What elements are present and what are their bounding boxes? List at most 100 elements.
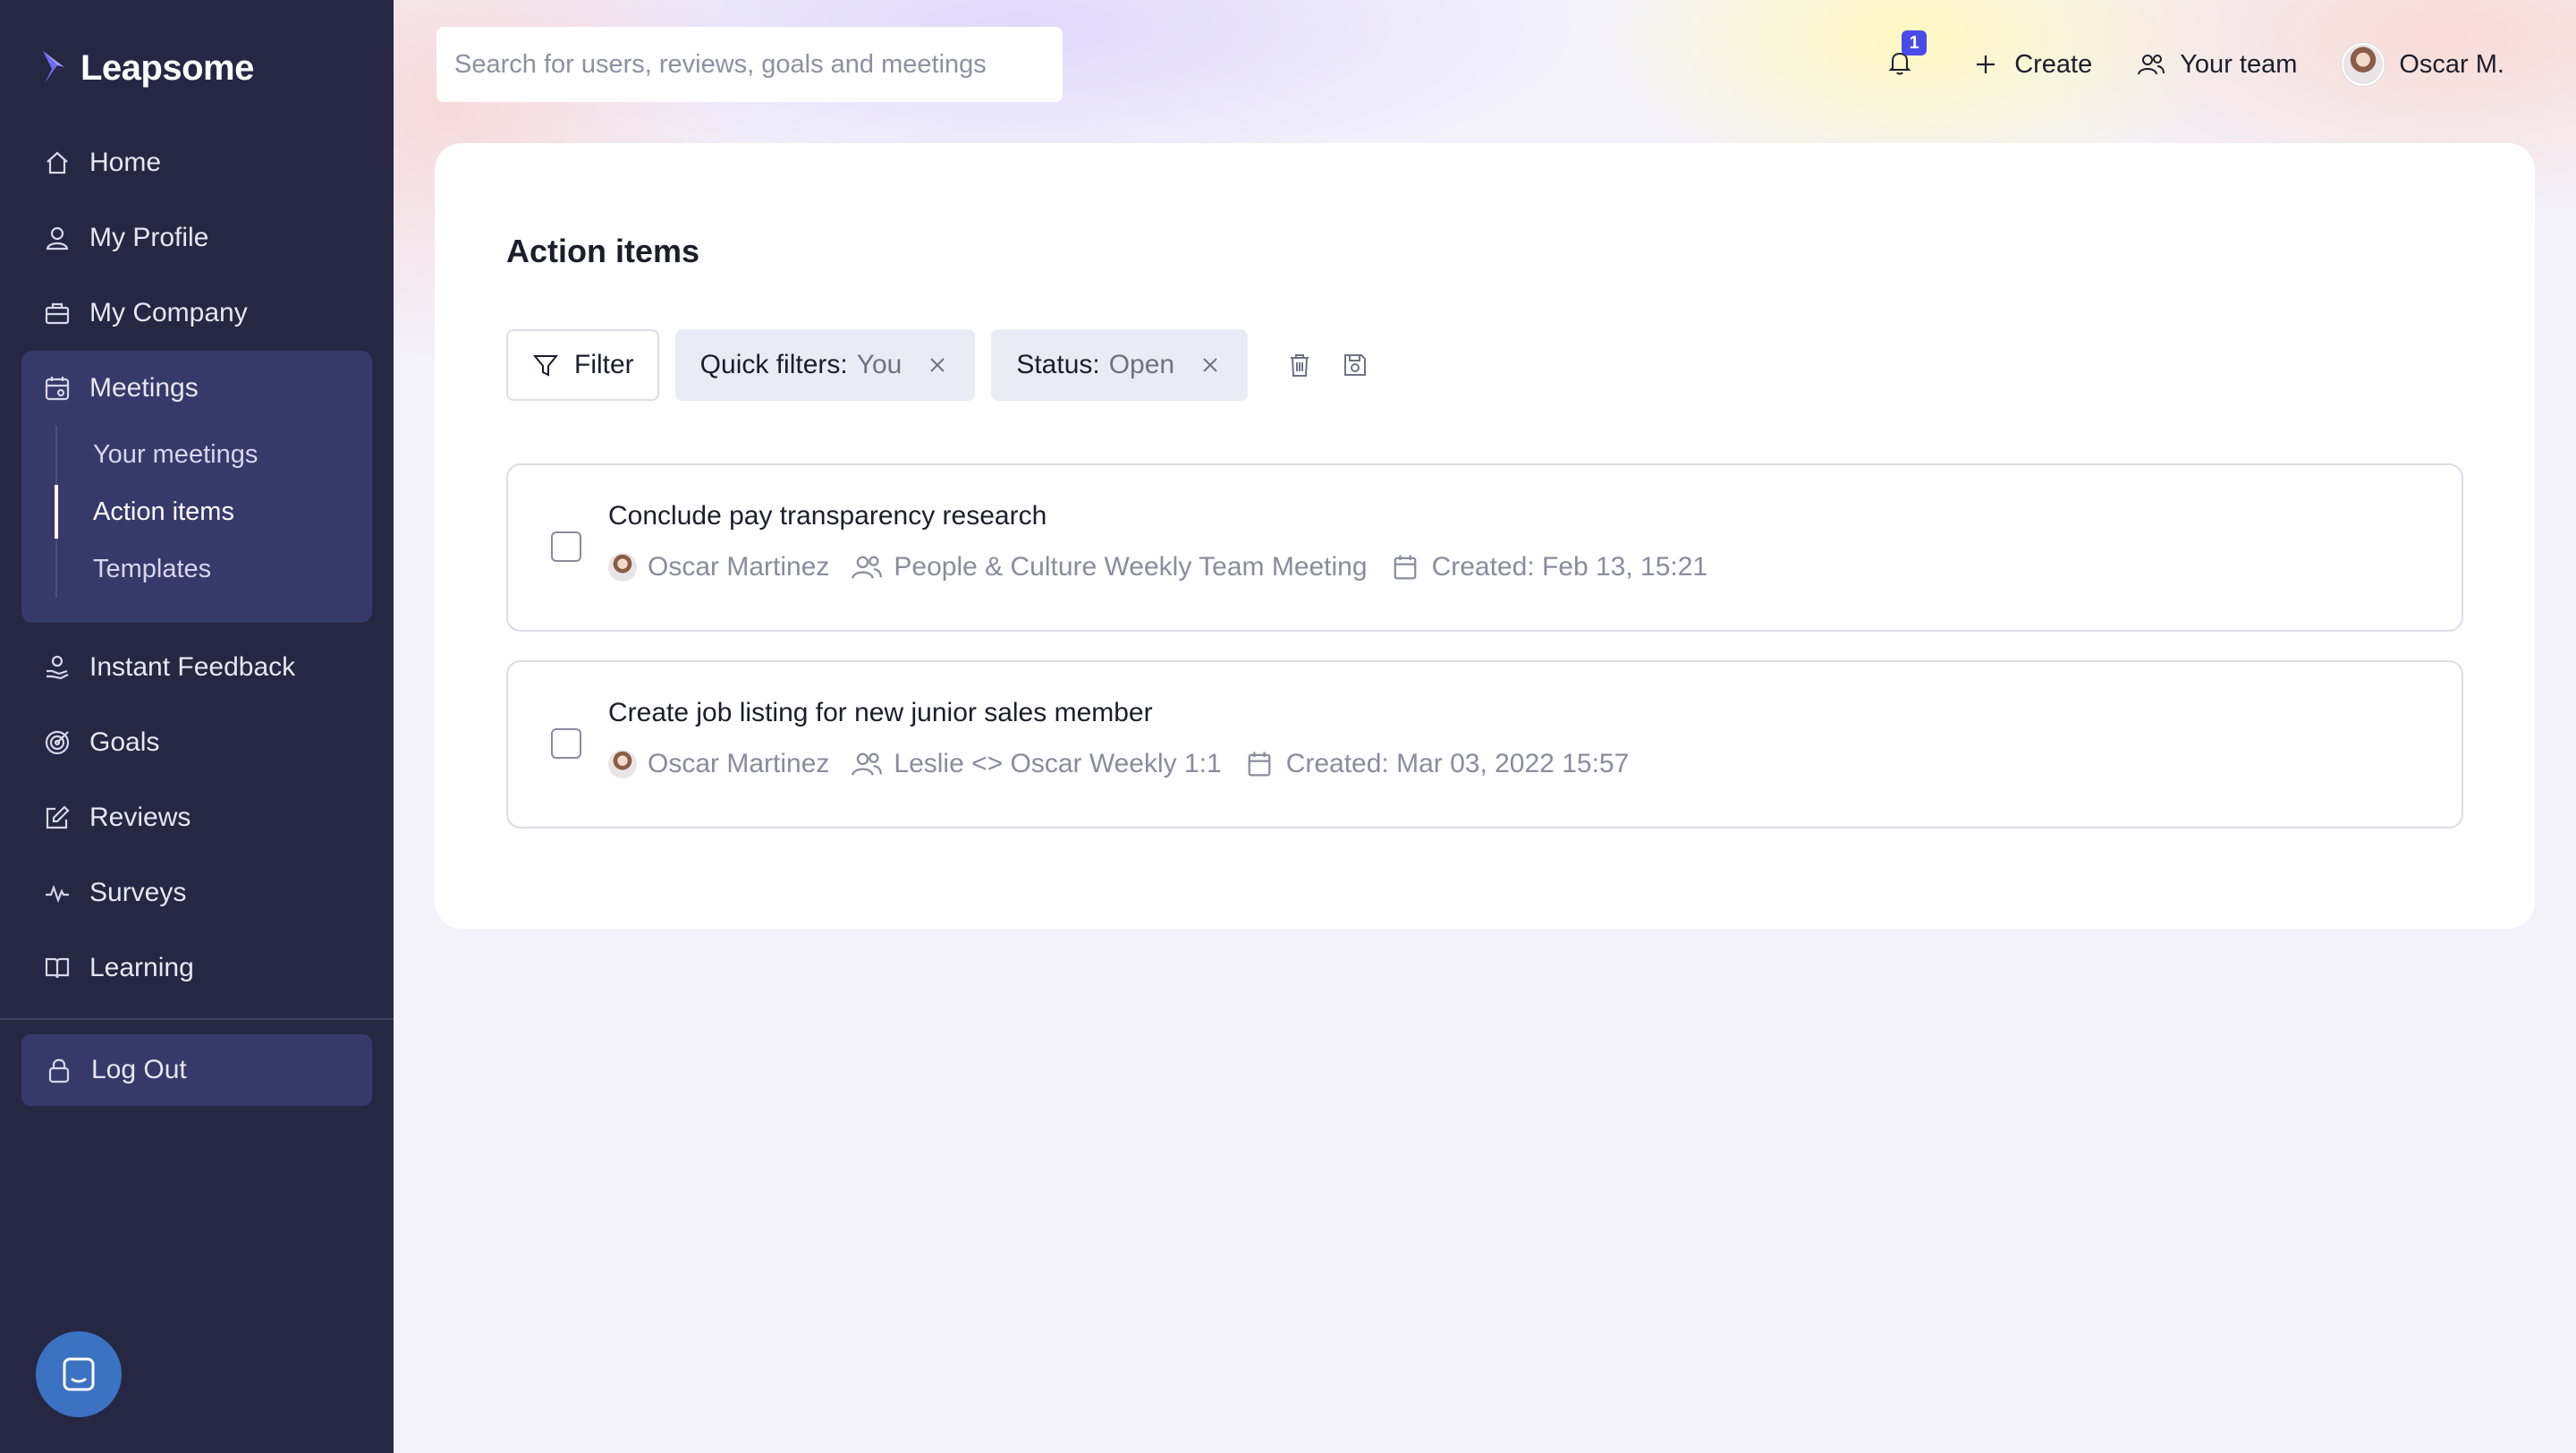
chip-value: You bbox=[856, 350, 902, 379]
create-button[interactable]: Create bbox=[1971, 50, 2092, 80]
meeting-link[interactable]: People & Culture Weekly Team Meeting bbox=[851, 551, 1368, 583]
notifications-button[interactable]: 1 bbox=[1885, 30, 1928, 81]
action-item-meta: Oscar Martinez Leslie <> Oscar Weekly 1:… bbox=[608, 748, 1640, 780]
sidebar-item-reviews[interactable]: Reviews bbox=[21, 780, 372, 855]
leapsome-logo[interactable]: Leapsome bbox=[39, 43, 254, 93]
list-item[interactable]: Create job listing for new junior sales … bbox=[506, 660, 2463, 828]
sidebar-divider bbox=[0, 1018, 394, 1020]
edit-icon bbox=[46, 805, 70, 829]
created-text: Created: Mar 03, 2022 15:57 bbox=[1285, 749, 1630, 778]
sidebar-item-label: Learning bbox=[89, 953, 194, 982]
calendar-icon bbox=[1394, 555, 1416, 580]
action-item-title[interactable]: Conclude pay transparency research bbox=[608, 501, 1046, 531]
main-navigation: Home My Profile My Company Meetings Your… bbox=[21, 125, 372, 1006]
chip-key: Quick filters: bbox=[699, 350, 848, 379]
chat-support-button[interactable] bbox=[36, 1331, 122, 1417]
owner: Oscar Martinez bbox=[608, 749, 829, 779]
remove-filter-icon[interactable] bbox=[1198, 353, 1223, 378]
sidebar-item-label: Home bbox=[89, 148, 162, 177]
user-icon bbox=[46, 226, 69, 251]
lock-icon bbox=[48, 1058, 70, 1083]
logout-label: Log Out bbox=[91, 1055, 187, 1084]
save-icon bbox=[1344, 354, 1367, 376]
filter-label: Filter bbox=[574, 350, 634, 379]
trash-icon bbox=[1291, 354, 1309, 377]
clear-filters-button[interactable] bbox=[1284, 349, 1316, 381]
plus-icon bbox=[1977, 55, 1996, 73]
logout-button[interactable]: Log Out bbox=[21, 1034, 372, 1106]
filter-bar: Filter Quick filters: You Status: Open bbox=[506, 329, 1371, 401]
created-date: Created: Mar 03, 2022 15:57 bbox=[1243, 748, 1630, 780]
briefcase-icon bbox=[45, 302, 70, 325]
team-icon bbox=[2138, 55, 2165, 75]
brand-name: Leapsome bbox=[80, 47, 254, 88]
your-team-button[interactable]: Your team bbox=[2137, 50, 2297, 80]
owner-avatar bbox=[608, 553, 637, 582]
header-actions: 1 Create Your team Oscar M. bbox=[1885, 27, 2504, 102]
user-avatar bbox=[2342, 43, 2385, 86]
action-items-list: Conclude pay transparency research Oscar… bbox=[506, 463, 2463, 857]
owner: Oscar Martinez bbox=[608, 552, 829, 582]
feedback-hand-icon bbox=[47, 655, 69, 680]
action-item-meta: Oscar Martinez People & Culture Weekly T… bbox=[608, 551, 1718, 583]
remove-filter-icon[interactable] bbox=[925, 353, 950, 378]
calendar-icon bbox=[1248, 752, 1271, 777]
create-label: Create bbox=[2014, 49, 2093, 79]
chat-icon bbox=[63, 1357, 95, 1391]
sidebar-item-home[interactable]: Home bbox=[21, 125, 372, 200]
owner-name: Oscar Martinez bbox=[648, 552, 830, 582]
sidebar-item-meetings[interactable]: Meetings bbox=[21, 351, 372, 426]
sidebar-subitem-action-items[interactable]: Action items bbox=[55, 483, 372, 540]
notification-count-badge: 1 bbox=[1902, 30, 1928, 55]
meeting-link[interactable]: Leslie <> Oscar Weekly 1:1 bbox=[851, 748, 1222, 780]
user-menu[interactable]: Oscar M. bbox=[2342, 43, 2504, 86]
status-filter-chip[interactable]: Status: Open bbox=[991, 329, 1249, 401]
home-icon bbox=[47, 151, 68, 174]
save-filters-button[interactable] bbox=[1339, 349, 1371, 381]
action-items-card: Action items Filter Quick filters: You S… bbox=[435, 143, 2535, 929]
leapsome-logo-icon bbox=[43, 51, 64, 83]
team-icon bbox=[852, 556, 883, 579]
funnel-icon bbox=[532, 355, 559, 377]
filter-button[interactable]: Filter bbox=[506, 329, 659, 401]
quick-filter-chip[interactable]: Quick filters: You bbox=[674, 329, 976, 401]
meeting-name: Leslie <> Oscar Weekly 1:1 bbox=[894, 749, 1222, 778]
chip-key: Status: bbox=[1016, 350, 1100, 379]
sidebar-item-label: Goals bbox=[89, 727, 160, 757]
owner-name: Oscar Martinez bbox=[648, 749, 830, 778]
sidebar-subitem-your-meetings[interactable]: Your meetings bbox=[57, 426, 372, 483]
chip-value: Open bbox=[1108, 350, 1175, 379]
meeting-name: People & Culture Weekly Team Meeting bbox=[894, 552, 1368, 582]
sidebar-subitem-templates[interactable]: Templates bbox=[57, 540, 372, 598]
sidebar-item-goals[interactable]: Goals bbox=[21, 705, 372, 780]
created-date: Created: Feb 13, 15:21 bbox=[1389, 551, 1708, 583]
sidebar-item-label: Meetings bbox=[89, 373, 199, 403]
created-text: Created: Feb 13, 15:21 bbox=[1431, 552, 1708, 582]
sidebar: Leapsome Home My Profile My Company Meet… bbox=[0, 0, 394, 1453]
target-icon bbox=[45, 730, 70, 755]
owner-avatar bbox=[608, 750, 637, 778]
action-item-title[interactable]: Create job listing for new junior sales … bbox=[608, 698, 1153, 728]
calendar-icon bbox=[45, 377, 70, 401]
sidebar-item-instant-feedback[interactable]: Instant Feedback bbox=[21, 630, 372, 705]
complete-checkbox[interactable] bbox=[551, 531, 581, 562]
pulse-icon bbox=[46, 884, 69, 904]
page-title: Action items bbox=[506, 233, 700, 269]
list-item[interactable]: Conclude pay transparency research Oscar… bbox=[506, 463, 2463, 632]
sidebar-item-my-company[interactable]: My Company bbox=[21, 276, 372, 351]
sidebar-group-meetings: Meetings Your meetings Action items Temp… bbox=[21, 351, 372, 623]
sidebar-item-label: My Profile bbox=[89, 223, 209, 252]
team-icon bbox=[852, 752, 883, 776]
sidebar-item-my-profile[interactable]: My Profile bbox=[21, 200, 372, 276]
book-icon bbox=[45, 957, 70, 979]
sidebar-item-surveys[interactable]: Surveys bbox=[21, 855, 372, 930]
sidebar-item-label: Surveys bbox=[89, 878, 187, 907]
your-team-label: Your team bbox=[2180, 49, 2298, 79]
meetings-submenu: Your meetings Action items Templates bbox=[55, 426, 372, 598]
global-search-input[interactable] bbox=[436, 27, 1063, 102]
complete-checkbox[interactable] bbox=[551, 728, 581, 759]
sidebar-item-label: Instant Feedback bbox=[89, 652, 296, 682]
user-name: Oscar M. bbox=[2399, 49, 2504, 79]
sidebar-item-learning[interactable]: Learning bbox=[21, 930, 372, 1006]
sidebar-item-label: My Company bbox=[89, 298, 248, 327]
